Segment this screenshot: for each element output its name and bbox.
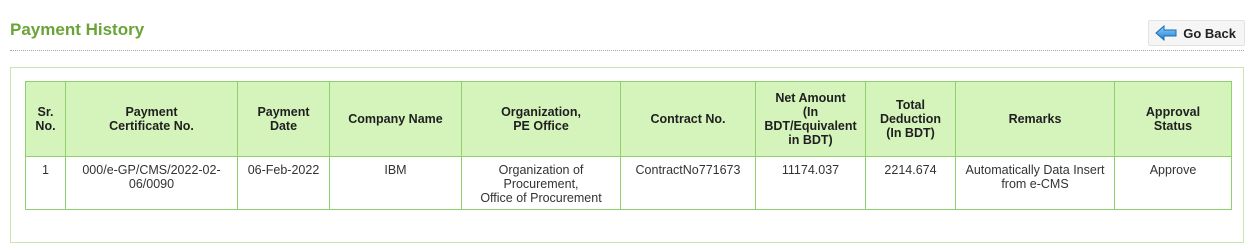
arrow-left-icon: [1155, 25, 1177, 41]
cell-payment-certificate-no: 000/e-GP/CMS/2022-02- 06/0090: [65, 156, 238, 210]
cell-total-deduction: 2214.674: [865, 156, 956, 210]
col-header-contract-no: Contract No.: [620, 81, 756, 157]
go-back-label: Go Back: [1183, 25, 1236, 41]
cell-contract-no: ContractNo771673: [620, 156, 756, 210]
cell-remarks: Automatically Data Insert from e-CMS: [955, 156, 1115, 210]
table-header-row: Sr. No. Payment Certificate No. Payment …: [25, 81, 1232, 157]
go-back-button[interactable]: Go Back: [1148, 20, 1245, 46]
payment-history-table: Sr. No. Payment Certificate No. Payment …: [25, 81, 1232, 210]
col-header-total-deduction: Total Deduction (In BDT): [865, 81, 956, 157]
col-header-organization: Organization, PE Office: [461, 81, 621, 157]
col-header-payment-certificate-no: Payment Certificate No.: [65, 81, 238, 157]
cell-approval-status: Approve: [1114, 156, 1232, 210]
col-header-company-name: Company Name: [329, 81, 462, 157]
title-divider: [10, 50, 1244, 51]
cell-payment-date: 06-Feb-2022: [237, 156, 330, 210]
page-title: Payment History: [10, 20, 145, 39]
cell-organization: Organization of Procurement, Office of P…: [461, 156, 621, 210]
cell-sr-no: 1: [25, 156, 66, 210]
col-header-sr-no: Sr. No.: [25, 81, 66, 157]
col-header-net-amount: Net Amount (In BDT/Equivalent in BDT): [755, 81, 866, 157]
table-row: 1 000/e-GP/CMS/2022-02- 06/0090 06-Feb-2…: [25, 156, 1232, 210]
cell-net-amount: 11174.037: [755, 156, 866, 210]
col-header-payment-date: Payment Date: [237, 81, 330, 157]
col-header-approval-status: Approval Status: [1114, 81, 1232, 157]
cell-company-name: IBM: [329, 156, 462, 210]
payment-history-panel: Sr. No. Payment Certificate No. Payment …: [10, 67, 1244, 243]
col-header-remarks: Remarks: [955, 81, 1115, 157]
